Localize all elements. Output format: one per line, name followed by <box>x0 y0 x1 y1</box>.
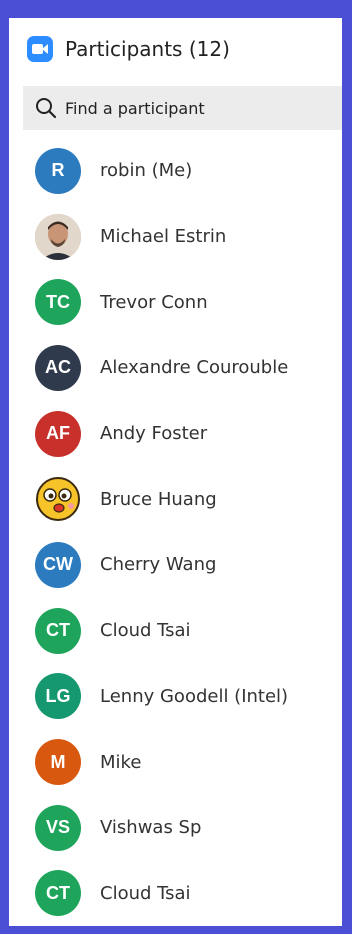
participant-name: Trevor Conn <box>100 291 208 313</box>
panel-header: Participants (12) <box>9 18 342 80</box>
participant-name: Vishwas Sp <box>100 817 202 839</box>
participant-list: R robin (Me) Michael Estrin TC Trevor Co… <box>9 138 342 926</box>
avatar-initials: CT <box>35 870 81 917</box>
avatar-initials: R <box>35 147 81 194</box>
participant-name: Andy Foster <box>100 423 208 445</box>
participant-row[interactable]: CT Cloud Tsai <box>9 861 342 926</box>
video-camera-icon <box>27 36 53 62</box>
participant-row[interactable]: TC Trevor Conn <box>9 269 342 335</box>
panel-title: Participants (12) <box>65 37 230 61</box>
participant-row[interactable]: VS Vishwas Sp <box>9 795 342 861</box>
avatar-initials: LG <box>35 673 81 720</box>
participant-row[interactable]: CT Cloud Tsai <box>9 598 342 664</box>
participant-name: Cloud Tsai <box>100 882 191 904</box>
search-icon <box>35 97 57 119</box>
avatar-initials: CW <box>35 541 81 588</box>
participants-panel: Participants (12) R robin (Me) Michael E… <box>9 18 342 926</box>
avatar-initials: AF <box>35 410 81 457</box>
participant-name: Bruce Huang <box>100 488 217 510</box>
participant-row[interactable]: AC Alexandre Courouble <box>9 335 342 401</box>
avatar-initials: AC <box>35 344 81 391</box>
participant-name: robin (Me) <box>100 160 193 182</box>
avatar-initials: TC <box>35 279 81 326</box>
participant-row[interactable]: M Mike <box>9 729 342 795</box>
participant-name: Cherry Wang <box>100 554 217 576</box>
participant-name: Alexandre Courouble <box>100 357 289 379</box>
participant-name: Mike <box>100 751 142 773</box>
participant-row[interactable]: LG Lenny Goodell (Intel) <box>9 664 342 730</box>
participant-row[interactable]: AF Andy Foster <box>9 401 342 467</box>
participant-row[interactable]: Bruce Huang <box>9 466 342 532</box>
participant-row[interactable]: Michael Estrin <box>9 204 342 270</box>
participant-name: Lenny Goodell (Intel) <box>100 685 289 707</box>
avatar-initials: M <box>35 739 81 786</box>
search-bar[interactable] <box>23 86 342 130</box>
participant-row[interactable]: R robin (Me) <box>9 138 342 204</box>
person-photo-icon <box>35 213 81 260</box>
emoji-face-icon <box>35 476 81 522</box>
search-input[interactable] <box>65 98 315 118</box>
avatar-initials: CT <box>35 607 81 654</box>
avatar-initials: VS <box>35 804 81 851</box>
participant-name: Michael Estrin <box>100 226 227 248</box>
participant-row[interactable]: CW Cherry Wang <box>9 532 342 598</box>
participant-name: Cloud Tsai <box>100 620 191 642</box>
